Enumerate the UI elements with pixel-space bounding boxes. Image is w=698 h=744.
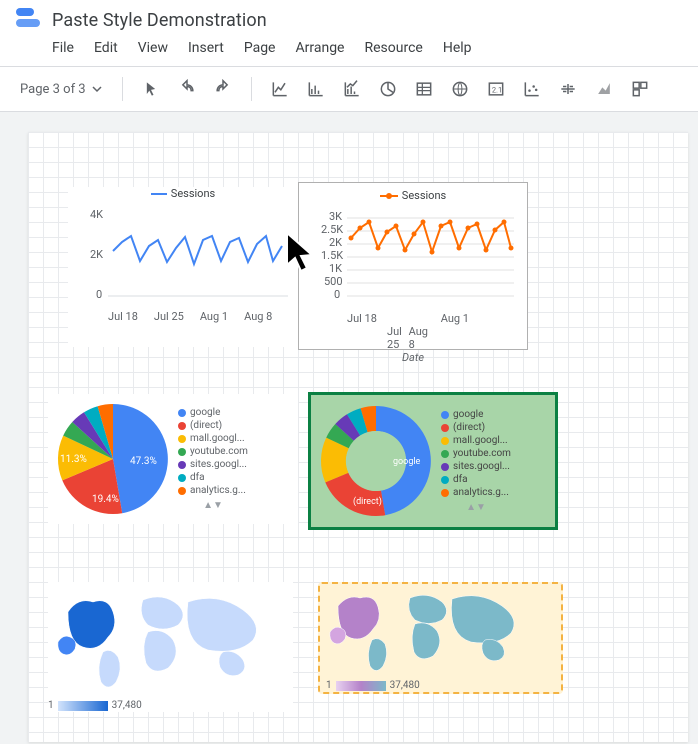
pie-chart-source-left[interactable]: 47.3% 19.4% 11.3% google (direct) mall.g… — [48, 394, 298, 524]
world-map — [320, 584, 560, 672]
svg-text:500: 500 — [324, 275, 343, 288]
dropdown-icon — [92, 84, 102, 94]
app-logo — [16, 8, 40, 32]
menu-edit[interactable]: Edit — [94, 40, 118, 56]
svg-text:3K: 3K — [329, 210, 342, 223]
scatter-button[interactable] — [516, 73, 548, 105]
document-title[interactable]: Paste Style Demonstration — [52, 10, 267, 31]
svg-text:0: 0 — [334, 288, 340, 301]
table-button[interactable] — [408, 73, 440, 105]
select-tool-button[interactable] — [135, 73, 167, 105]
line-chart-sessions-left[interactable]: Sessions 4K 2K 0 Jul 18 Jul 25 Aug 1 Aug… — [68, 187, 298, 347]
pivot-button[interactable] — [624, 73, 656, 105]
svg-text:47.3%: 47.3% — [130, 456, 157, 467]
line-chart-sessions-right[interactable]: Sessions 3K 2.5K 2K 1.5K 1K 500 0 Ju — [298, 182, 528, 350]
svg-text:4K: 4K — [90, 208, 103, 221]
legend-label: Sessions — [171, 187, 215, 200]
menu-bar: File Edit View Insert Page Arrange Resou… — [16, 32, 682, 66]
bullet-chart-button[interactable] — [552, 73, 584, 105]
legend-swatch — [151, 193, 167, 195]
line-chart-button[interactable] — [264, 73, 296, 105]
bar-chart-button[interactable] — [300, 73, 332, 105]
pie-legend: google (direct) mall.googl... youtube.co… — [178, 407, 248, 511]
geo-map-left[interactable]: 1 37,480 — [48, 582, 293, 712]
area-chart-button[interactable] — [588, 73, 620, 105]
canvas-area[interactable]: Sessions 4K 2K 0 Jul 18 Jul 25 Aug 1 Aug… — [0, 112, 698, 744]
undo-button[interactable] — [171, 73, 203, 105]
world-map — [48, 582, 293, 692]
svg-text:google: google — [393, 457, 421, 467]
svg-text:2.1: 2.1 — [491, 85, 501, 94]
svg-text:(direct): (direct) — [353, 496, 382, 507]
svg-text:2.5K: 2.5K — [321, 223, 343, 236]
menu-resource[interactable]: Resource — [364, 40, 422, 56]
menu-help[interactable]: Help — [443, 40, 472, 56]
menu-file[interactable]: File — [52, 40, 74, 56]
menu-page[interactable]: Page — [244, 40, 276, 56]
donut-body: google (direct) — [311, 396, 441, 526]
menu-arrange[interactable]: Arrange — [296, 40, 345, 56]
x-axis-title: Date — [299, 351, 527, 364]
redo-button[interactable] — [207, 73, 239, 105]
svg-text:2K: 2K — [90, 248, 103, 261]
pie-chart-source-right[interactable]: google (direct) google (direct) mall.goo… — [308, 392, 558, 530]
legend-pager[interactable]: ▲▼ — [178, 500, 248, 511]
svg-text:11.3%: 11.3% — [60, 454, 87, 465]
pie-legend: google (direct) mall.googl... youtube.co… — [441, 409, 511, 513]
menu-view[interactable]: View — [138, 40, 168, 56]
pie-chart-button[interactable] — [372, 73, 404, 105]
svg-text:1K: 1K — [329, 262, 342, 275]
pie-body: 47.3% 19.4% 11.3% — [48, 394, 178, 524]
svg-text:0: 0 — [96, 288, 102, 301]
legend-pager[interactable]: ▲▼ — [441, 502, 511, 513]
menu-insert[interactable]: Insert — [188, 40, 224, 56]
svg-text:19.4%: 19.4% — [92, 494, 119, 505]
svg-text:2K: 2K — [329, 236, 342, 249]
toolbar: Page 3 of 3 2.1 — [0, 66, 698, 112]
scorecard-button[interactable]: 2.1 — [480, 73, 512, 105]
map-scale: 1 37,480 — [320, 680, 561, 691]
map-scale: 1 37,480 — [48, 700, 293, 711]
legend-swatch — [380, 192, 398, 200]
svg-text:1.5K: 1.5K — [321, 249, 343, 262]
page-indicator[interactable]: Page 3 of 3 — [12, 78, 110, 101]
geo-chart-button[interactable] — [444, 73, 476, 105]
chart-body: 3K 2.5K 2K 1.5K 1K 500 0 — [299, 208, 524, 308]
combo-chart-button[interactable] — [336, 73, 368, 105]
legend-label: Sessions — [402, 189, 446, 202]
geo-map-right[interactable]: 1 37,480 — [318, 582, 563, 694]
report-page[interactable]: Sessions 4K 2K 0 Jul 18 Jul 25 Aug 1 Aug… — [28, 132, 688, 742]
chart-body: 4K 2K 0 — [68, 206, 298, 306]
